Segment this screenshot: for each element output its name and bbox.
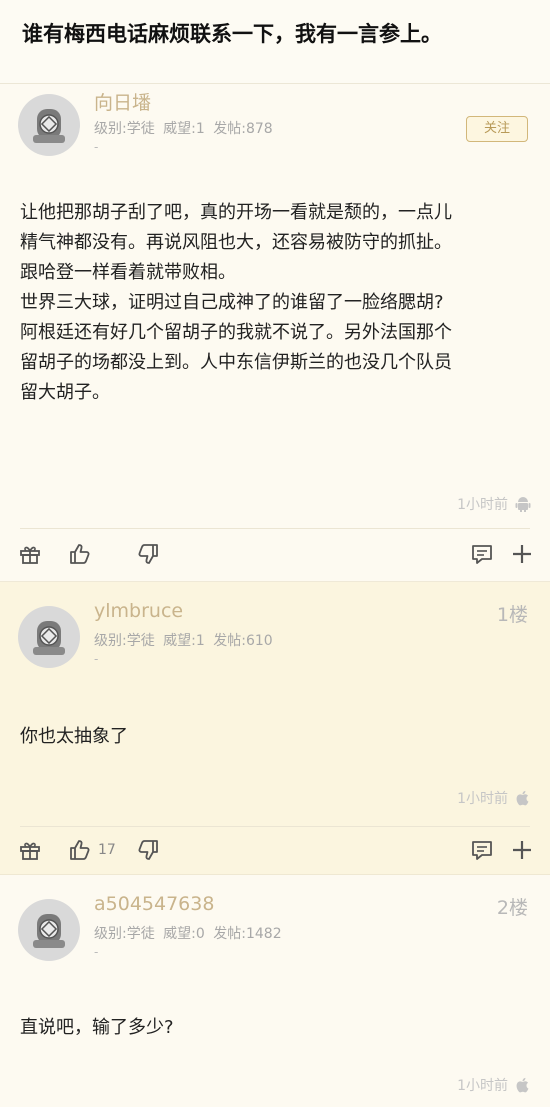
level-label: 级别:学徒 xyxy=(94,121,155,137)
signature-dash: - xyxy=(94,945,99,959)
thumbs-up-icon xyxy=(70,840,90,860)
gift-button[interactable] xyxy=(18,835,42,865)
post-body-line: 世界三大球，证明过自己成神了的谁留了一脸络腮胡? xyxy=(20,292,444,313)
like-count: 17 xyxy=(98,842,116,858)
prestige-label: 威望:1 xyxy=(163,633,205,649)
thumbs-up-icon xyxy=(70,544,90,564)
gift-icon xyxy=(20,546,40,564)
avatar[interactable] xyxy=(18,94,80,156)
signature-dash: - xyxy=(94,652,99,666)
post-body-line: 留大胡子。 xyxy=(20,382,110,403)
post-time: 1小时前 xyxy=(457,494,532,514)
dislike-button[interactable] xyxy=(136,539,160,569)
plus-icon xyxy=(513,545,531,563)
time-label: 1小时前 xyxy=(457,791,508,807)
signature-dash: - xyxy=(94,140,99,154)
avatar[interactable] xyxy=(18,606,80,668)
post-body-line: 留胡子的场都没上到。人中东信伊斯兰的也没几个队员 xyxy=(20,352,452,373)
floor-number: 2楼 xyxy=(496,897,528,919)
avatar-placeholder-icon xyxy=(33,109,65,143)
floor-number: 1楼 xyxy=(496,604,528,626)
post-body: 你也太抽象了 xyxy=(20,726,128,747)
post-body-line: 让他把那胡子刮了吧，真的开场一看就是颓的，一点儿 xyxy=(20,202,452,223)
apple-icon xyxy=(516,1077,529,1093)
gift-button[interactable] xyxy=(18,539,42,569)
time-label: 1小时前 xyxy=(457,1078,508,1094)
username[interactable]: ylmbruce xyxy=(94,600,183,622)
post-time: 1小时前 xyxy=(457,1075,532,1095)
avatar-placeholder-icon xyxy=(33,621,65,655)
posts-label: 发帖:1482 xyxy=(213,926,282,942)
post-time: 1小时前 xyxy=(457,788,532,808)
level-label: 级别:学徒 xyxy=(94,633,155,649)
user-meta: 级别:学徒 威望:1 发帖:878 xyxy=(94,118,277,138)
username[interactable]: a504547638 xyxy=(94,893,214,915)
topic-title: 谁有梅西电话麻烦联系一下，我有一言参上。 xyxy=(0,0,550,84)
level-label: 级别:学徒 xyxy=(94,926,155,942)
prestige-label: 威望:0 xyxy=(163,926,205,942)
reply-post: a504547638 级别:学徒 威望:0 发帖:1482 - 2楼 直说吧，输… xyxy=(0,875,550,1107)
post-body-line: 阿根廷还有好几个留胡子的我就不说了。另外法国那个 xyxy=(20,322,452,343)
original-post: 向日墦 级别:学徒 威望:1 发帖:878 - 关注 让他把那胡子刮了吧，真的开… xyxy=(0,84,550,582)
like-button[interactable]: 17 xyxy=(68,835,116,865)
avatar[interactable] xyxy=(18,899,80,961)
user-meta: 级别:学徒 威望:0 发帖:1482 xyxy=(94,923,286,943)
reply-post: ylmbruce 级别:学徒 威望:1 发帖:610 - 1楼 你也太抽象了 1… xyxy=(0,582,550,875)
post-header: ylmbruce 级别:学徒 威望:1 发帖:610 - 1楼 xyxy=(0,582,550,672)
prestige-label: 威望:1 xyxy=(163,121,205,137)
post-actions: 17 xyxy=(0,829,550,873)
post-actions xyxy=(0,533,550,577)
plus-icon xyxy=(513,841,531,859)
apple-icon xyxy=(516,790,529,806)
thumbs-down-icon xyxy=(138,544,158,564)
post-body-line: 跟哈登一样看着就带败相。 xyxy=(20,262,236,283)
gift-icon xyxy=(20,842,40,860)
time-label: 1小时前 xyxy=(457,497,508,513)
dislike-button[interactable] xyxy=(136,835,160,865)
avatar-placeholder-icon xyxy=(33,914,65,948)
page: 谁有梅西电话麻烦联系一下，我有一言参上。 向日墦 级别:学徒 威望:1 发帖:8… xyxy=(0,0,550,1107)
post-body-line: 精气神都没有。再说风阻也大，还容易被防守的抓扯。 xyxy=(20,232,452,253)
post-body: 让他把那胡子刮了吧，真的开场一看就是颓的，一点儿 精气神都没有。再说风阻也大，还… xyxy=(0,198,550,408)
android-icon xyxy=(515,497,531,512)
add-button[interactable] xyxy=(510,835,534,865)
comment-button[interactable] xyxy=(470,539,494,569)
comment-icon xyxy=(472,841,492,860)
add-button[interactable] xyxy=(510,539,534,569)
divider xyxy=(20,826,530,827)
post-header: a504547638 级别:学徒 威望:0 发帖:1482 - 2楼 xyxy=(0,875,550,965)
follow-button[interactable]: 关注 xyxy=(466,116,528,142)
posts-label: 发帖:610 xyxy=(213,633,273,649)
like-button[interactable] xyxy=(68,539,92,569)
thumbs-down-icon xyxy=(138,840,158,860)
divider xyxy=(20,528,530,529)
posts-label: 发帖:878 xyxy=(213,121,273,137)
username[interactable]: 向日墦 xyxy=(94,88,151,115)
post-header: 向日墦 级别:学徒 威望:1 发帖:878 - 关注 xyxy=(0,84,550,174)
comment-icon xyxy=(472,545,492,564)
user-meta: 级别:学徒 威望:1 发帖:610 xyxy=(94,630,277,650)
post-body: 直说吧，输了多少? xyxy=(20,1017,174,1038)
comment-button[interactable] xyxy=(470,835,494,865)
